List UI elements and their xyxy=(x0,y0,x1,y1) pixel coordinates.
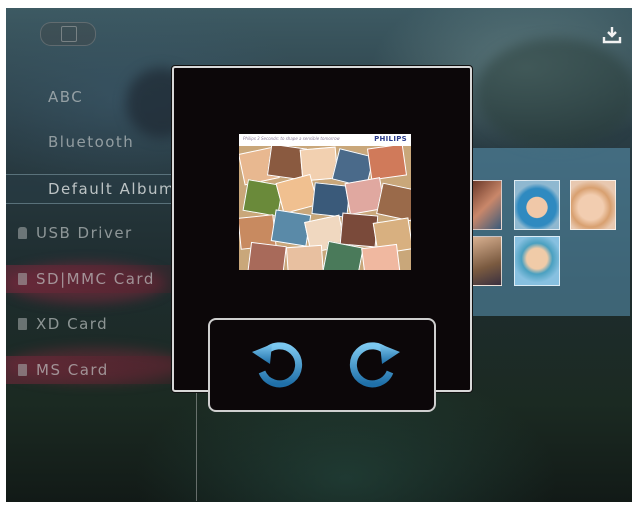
photo-thumbnail[interactable] xyxy=(514,180,560,230)
rotate-clockwise-icon[interactable] xyxy=(344,334,402,392)
preview-tagline: Philips 3 Seconds: to shape a sensible t… xyxy=(243,136,340,141)
download-icon[interactable] xyxy=(602,26,622,44)
menu-item-label: XD Card xyxy=(36,315,109,333)
photo-thumbnail[interactable] xyxy=(472,236,502,286)
photo-thumbnail[interactable] xyxy=(514,236,560,286)
divider xyxy=(196,393,197,501)
photo-thumbnail[interactable] xyxy=(570,180,616,230)
brand-logo: PHILIPS xyxy=(374,135,407,143)
background-tree xyxy=(476,38,632,148)
thumbnail-grid xyxy=(468,148,630,316)
xd-card-icon xyxy=(18,318,27,330)
menu-item-album[interactable]: ABC xyxy=(6,83,166,111)
album-tab-icon[interactable] xyxy=(40,22,96,46)
menu-item-ms-card[interactable]: MS Card xyxy=(6,356,172,384)
menu-item-usb-driver[interactable]: USB Driver xyxy=(6,219,172,247)
menu-item-label: ABC xyxy=(48,88,84,106)
photo-preview: Philips 3 Seconds: to shape a sensible t… xyxy=(239,134,411,270)
menu-item-label: Default Album xyxy=(48,180,176,198)
menu-item-label: SD|MMC Card xyxy=(36,270,155,288)
usb-icon xyxy=(18,227,27,239)
menu-item-album[interactable]: Bluetooth xyxy=(6,128,166,156)
menu-item-album-selected[interactable]: Default Album xyxy=(6,174,176,204)
menu-item-sd-card[interactable]: SD|MMC Card xyxy=(6,265,172,293)
rotate-dialog: Philips 3 Seconds: to shape a sensible t… xyxy=(172,66,472,412)
menu-item-label: USB Driver xyxy=(36,224,133,242)
ms-card-icon xyxy=(18,364,27,376)
menu-item-xd-card[interactable]: XD Card xyxy=(6,310,172,338)
sd-card-icon xyxy=(18,273,27,285)
menu-item-label: Bluetooth xyxy=(48,133,135,151)
preview-header: Philips 3 Seconds: to shape a sensible t… xyxy=(239,134,411,146)
photo-collage xyxy=(239,146,411,270)
rotate-counterclockwise-icon[interactable] xyxy=(250,334,308,392)
photo-thumbnail[interactable] xyxy=(472,180,502,230)
menu-item-label: MS Card xyxy=(36,361,109,379)
rotate-controls xyxy=(208,318,436,412)
screen: ABC Bluetooth Default Album USB Driver S… xyxy=(6,8,632,502)
